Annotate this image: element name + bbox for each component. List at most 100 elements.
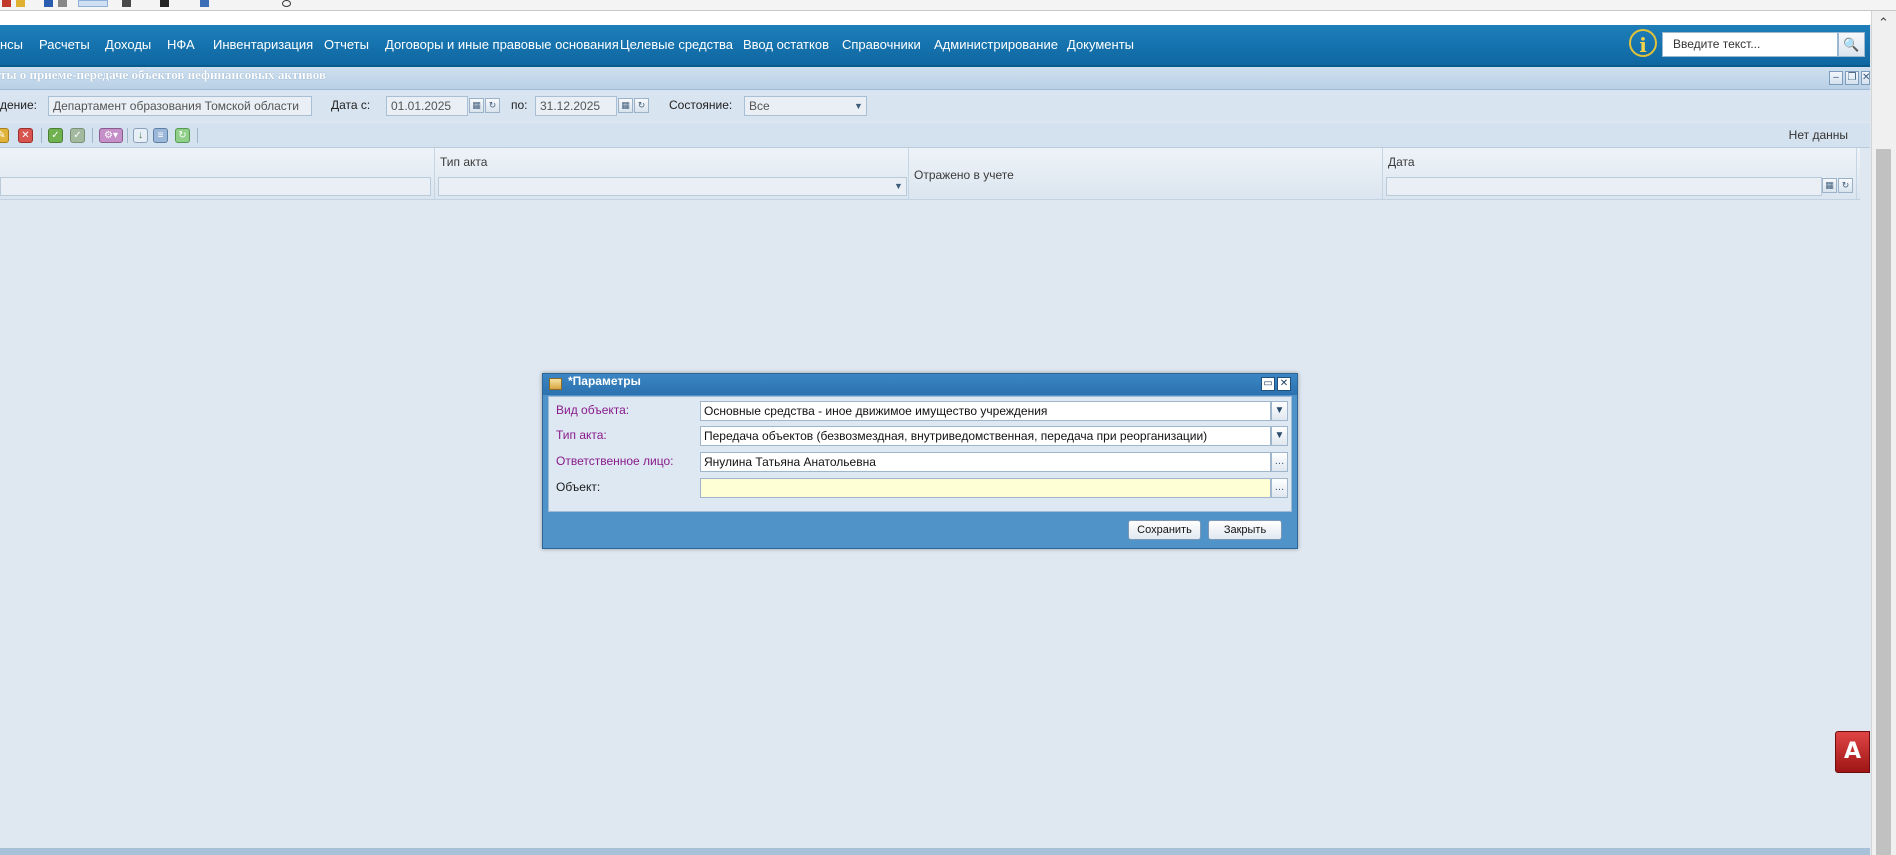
toolbar-separator	[92, 128, 93, 143]
flag-icon[interactable]	[2, 0, 11, 7]
state-select-value: Все	[749, 99, 770, 113]
magnifier-icon[interactable]	[122, 0, 131, 7]
unapprove-icon[interactable]: ✓	[70, 128, 85, 143]
menu-item-income[interactable]: Доходы	[105, 25, 151, 65]
state-select[interactable]: Все ▼	[744, 96, 867, 116]
date-from-field[interactable]: 01.01.2025	[386, 96, 468, 116]
menu-item-references[interactable]: Справочники	[842, 25, 921, 65]
chevron-down-icon[interactable]: ▼	[891, 178, 906, 195]
toolbar-separator	[127, 128, 128, 143]
toolbar-separator	[197, 128, 198, 143]
window-top-gap	[0, 11, 1896, 25]
refresh-icon[interactable]: ↻	[175, 128, 190, 143]
act-type-select[interactable]: Передача объектов (безвозмездная, внутри…	[700, 426, 1271, 446]
menu-item-documents[interactable]: Документы	[1067, 25, 1134, 65]
column-header-act-type[interactable]: Тип акта ▼	[435, 148, 909, 199]
responsible-person-label: Ответственное лицо:	[556, 454, 674, 468]
date-from-label: Дата с:	[331, 98, 371, 112]
window-title: ты о приеме-передаче объектов нефинансов…	[0, 67, 326, 82]
menu-item-contracts[interactable]: Договоры и иные правовые основания	[385, 25, 619, 65]
status-strip	[0, 848, 1870, 855]
restore-icon[interactable]: ❐	[1845, 71, 1859, 85]
no-data-label: Нет данны	[1788, 128, 1848, 142]
chevron-down-icon[interactable]: ▼	[1271, 426, 1288, 446]
app-logo-icon[interactable]: A	[1835, 731, 1870, 773]
search-icon[interactable]: 🔍	[1838, 32, 1865, 57]
menu-item-target-funds[interactable]: Целевые средства	[620, 25, 733, 65]
menu-item-inventory[interactable]: Инвентаризация	[213, 25, 313, 65]
menu-item-balances[interactable]: нсы	[0, 25, 23, 65]
column-header[interactable]	[0, 148, 435, 199]
export-icon[interactable]: ↓	[133, 128, 148, 143]
org-label: дение:	[0, 98, 38, 112]
column-filter-input[interactable]	[0, 177, 431, 196]
column-title: Тип акта	[440, 155, 488, 169]
menu-item-opening-balances[interactable]: Ввод остатков	[743, 25, 829, 65]
chat-icon[interactable]	[200, 0, 209, 7]
search-input[interactable]: Введите текст...	[1662, 32, 1838, 57]
dialog-title: *Параметры	[568, 374, 641, 388]
close-button[interactable]: Закрыть	[1208, 520, 1282, 540]
print-icon[interactable]: ⚙▾	[99, 128, 123, 143]
menu-item-nfa[interactable]: НФА	[167, 25, 195, 65]
menu-item-calculations[interactable]: Расчеты	[39, 25, 90, 65]
object-type-select[interactable]: Основные средства - иное движимое имущес…	[700, 401, 1271, 421]
close-icon[interactable]: ✕	[1277, 377, 1291, 391]
state-label: Состояние:	[669, 98, 733, 112]
folder-icon[interactable]	[58, 0, 67, 7]
calendar-icon[interactable]: ▦	[1822, 178, 1837, 193]
close-icon[interactable]: ✕	[1861, 71, 1870, 85]
column-header-reflected[interactable]: Отражено в учете	[909, 148, 1383, 199]
calendar-clear-icon[interactable]: ↻	[485, 98, 500, 113]
calendar-icon[interactable]: ▦	[618, 98, 633, 113]
column-title: Дата	[1388, 155, 1415, 169]
info-icon[interactable]: i	[1629, 29, 1657, 57]
date-to-label: по:	[511, 98, 528, 112]
chevron-down-icon[interactable]: ▼	[851, 97, 866, 115]
column-filter-date[interactable]	[1386, 177, 1822, 196]
speaker-icon[interactable]	[44, 0, 53, 7]
scroll-up-icon[interactable]: ⌃	[1878, 15, 1889, 31]
pen-icon[interactable]	[160, 0, 169, 7]
dialog-titlebar[interactable]: *Параметры ▭ ✕	[543, 374, 1297, 395]
minimize-icon[interactable]: ‒	[1829, 71, 1843, 85]
edit-icon[interactable]: ✎	[0, 128, 9, 143]
document-icon[interactable]	[78, 0, 108, 7]
chevron-down-icon[interactable]: ▼	[1271, 401, 1288, 421]
org-field[interactable]: Департамент образования Томской области	[48, 96, 312, 116]
toolbar-separator	[41, 128, 42, 143]
vertical-scrollbar[interactable]: ⌃	[1871, 11, 1896, 855]
ellipsis-icon[interactable]: …	[1271, 452, 1288, 472]
delete-icon[interactable]: ✕	[18, 128, 33, 143]
act-type-label: Тип акта:	[556, 428, 607, 442]
ellipsis-icon[interactable]: …	[1271, 478, 1288, 498]
calendar-clear-icon[interactable]: ↻	[634, 98, 649, 113]
column-filter-select[interactable]: ▼	[438, 177, 907, 196]
taskbar-strip	[0, 0, 1896, 11]
scrollbar-thumb[interactable]	[1876, 149, 1891, 855]
column-header-date[interactable]: Дата ▦ ↻	[1383, 148, 1857, 199]
save-button[interactable]: Сохранить	[1128, 520, 1201, 540]
dialog-body: Вид объекта: Основные средства - иное дв…	[548, 396, 1292, 512]
filter-bar: дение: Департамент образования Томской о…	[0, 90, 1870, 122]
main-menu: нсы Расчеты Доходы НФА Инвентаризация От…	[0, 25, 1870, 67]
parameters-dialog: *Параметры ▭ ✕ Вид объекта: Основные сре…	[542, 373, 1298, 549]
calendar-clear-icon[interactable]: ↻	[1838, 178, 1853, 193]
approve-icon[interactable]: ✓	[48, 128, 63, 143]
toolbar: ✎ ✕ ✓ ✓ ⚙▾ ↓ ≡ ↻ Нет данны	[0, 123, 1870, 148]
calendar-icon[interactable]: ▦	[469, 98, 484, 113]
circle-icon[interactable]	[282, 0, 291, 7]
responsible-person-field[interactable]: Янулина Татьяна Анатольевна	[700, 452, 1271, 472]
grid-header: Тип акта ▼ Отражено в учете Дата ▦ ↻	[0, 148, 1860, 200]
object-field[interactable]	[700, 478, 1271, 498]
object-type-label: Вид объекта:	[556, 403, 630, 417]
menu-item-reports[interactable]: Отчеты	[324, 25, 369, 65]
window-icon[interactable]	[16, 0, 25, 7]
object-label: Объект:	[556, 480, 601, 494]
maximize-icon[interactable]: ▭	[1261, 377, 1275, 391]
menu-item-administration[interactable]: Администрирование	[934, 25, 1058, 65]
dialog-window-icon	[549, 378, 562, 390]
window-header: ты о приеме-передаче объектов нефинансов…	[0, 67, 1870, 90]
date-to-field[interactable]: 31.12.2025	[535, 96, 617, 116]
copy-icon[interactable]: ≡	[153, 128, 168, 143]
